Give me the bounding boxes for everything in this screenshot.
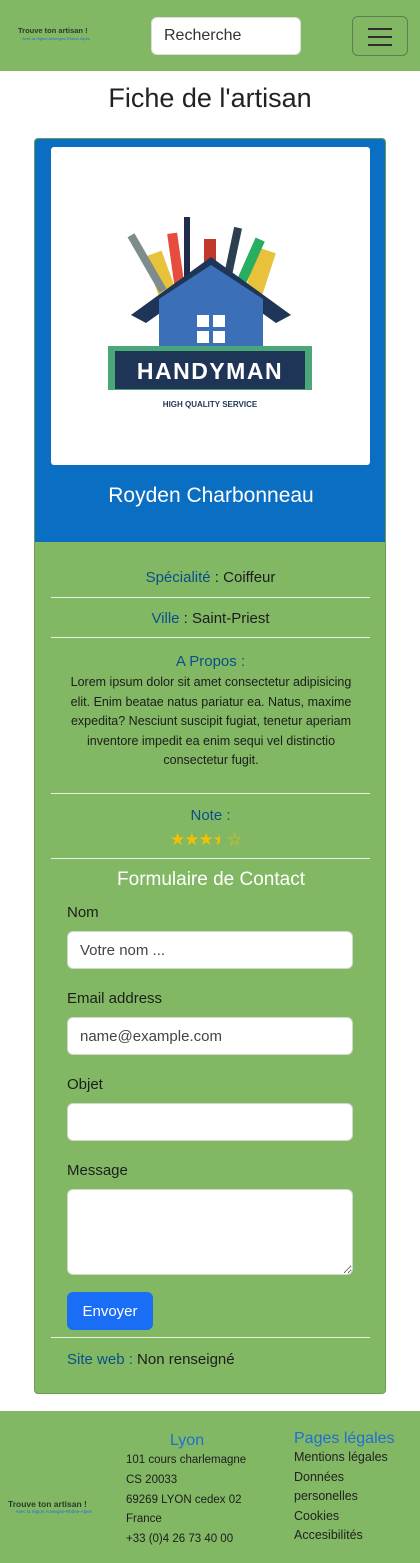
- divider: [51, 793, 370, 794]
- site-logo[interactable]: Trouve ton artisan ! Avec la région Auve…: [18, 26, 90, 46]
- footer-link-cookies[interactable]: Cookies: [294, 1507, 388, 1527]
- star-full-icon: ★: [170, 830, 185, 849]
- email-input[interactable]: [67, 1017, 353, 1055]
- image-title: HANDYMAN: [137, 358, 283, 384]
- nom-input[interactable]: [67, 931, 353, 969]
- image-subtitle: HIGH QUALITY SERVICE: [163, 400, 258, 409]
- star-empty-icon: ☆: [227, 830, 242, 849]
- send-button[interactable]: Envoyer: [67, 1292, 153, 1330]
- logo-title: Trouve ton artisan !: [18, 26, 88, 35]
- artisan-image: HANDYMAN HIGH QUALITY SERVICE: [51, 147, 370, 465]
- artisan-card: HANDYMAN HIGH QUALITY SERVICE Royden Cha…: [34, 138, 386, 1394]
- about-text: Lorem ipsum dolor sit amet consectetur a…: [70, 675, 352, 767]
- divider: [51, 1337, 370, 1338]
- address-line: CS 20033: [126, 1473, 178, 1486]
- hamburger-icon: [368, 36, 392, 38]
- footer-link-donnees[interactable]: Données: [294, 1468, 388, 1488]
- hamburger-icon: [368, 44, 392, 46]
- rating-stars: ★★★★☆: [170, 830, 242, 850]
- top-navbar: Trouve ton artisan ! Avec la région Auve…: [0, 0, 420, 71]
- site-web-row: Site web : Non renseigné: [67, 1351, 385, 1368]
- objet-label: Objet: [67, 1076, 103, 1093]
- contact-form-title: Formulaire de Contact: [117, 869, 305, 890]
- specialite-label: Spécialité: [145, 569, 211, 586]
- footer-legal-title: Pages légales: [294, 1430, 395, 1447]
- footer-logo[interactable]: Trouve ton artisan ! Avec la région Auve…: [8, 1499, 92, 1514]
- hamburger-icon: [368, 28, 392, 30]
- message-label: Message: [67, 1162, 128, 1179]
- footer-link-personelles[interactable]: personelles: [294, 1487, 388, 1507]
- menu-toggle-button[interactable]: [352, 16, 408, 56]
- ville-value: Saint-Priest: [192, 610, 270, 627]
- email-label: Email address: [67, 990, 163, 1007]
- search-input[interactable]: [151, 17, 301, 55]
- address-line: 69269 LYON cedex 02: [126, 1493, 242, 1506]
- specialite-value: Coiffeur: [223, 569, 276, 586]
- site-web-value: Non renseigné: [137, 1351, 235, 1368]
- divider: [51, 637, 370, 638]
- page-title: Fiche de l'artisan: [108, 83, 312, 113]
- footer-link-mentions[interactable]: Mentions légales: [294, 1448, 388, 1468]
- footer-address: 101 cours charlemagne CS 20033 69269 LYO…: [126, 1451, 246, 1550]
- footer-logo-tagline: Avec la région Auvergne-Rhône-Alpes: [15, 1509, 92, 1514]
- card-header: HANDYMAN HIGH QUALITY SERVICE Royden Cha…: [35, 139, 385, 542]
- footer-logo-title: Trouve ton artisan !: [8, 1499, 87, 1509]
- divider: [51, 858, 370, 859]
- phone-number: +33 (0)4 26 73 40 00: [126, 1533, 234, 1546]
- star-full-icon: ★: [184, 830, 199, 849]
- address-line: 101 cours charlemagne: [126, 1454, 247, 1466]
- about-label: A Propos :: [175, 653, 246, 670]
- ville-row: Ville : Saint-Priest: [151, 610, 270, 627]
- ville-label: Ville: [151, 610, 180, 627]
- footer-legal-links: Mentions légales Données personelles Coo…: [294, 1448, 388, 1546]
- nom-label: Nom: [67, 904, 99, 921]
- site-web-label: Site web :: [67, 1351, 133, 1368]
- note-label: Note :: [190, 807, 231, 824]
- footer-city-title: Lyon: [170, 1432, 205, 1449]
- handyman-logo-illustration: HANDYMAN HIGH QUALITY SERVICE: [108, 217, 312, 409]
- divider: [51, 597, 370, 598]
- objet-input[interactable]: [67, 1103, 353, 1141]
- address-line: France: [126, 1513, 162, 1526]
- specialite-row: Spécialité : Coiffeur: [145, 569, 276, 586]
- star-full-icon: ★: [198, 830, 214, 849]
- logo-tagline: Avec la région Auvergne-Rhône-Alpes: [22, 36, 90, 41]
- message-textarea[interactable]: [67, 1189, 353, 1275]
- star-half-icon: ★: [212, 830, 228, 849]
- artisan-name: Royden Charbonneau: [108, 484, 314, 507]
- footer-link-accessibilites[interactable]: Accesibilités: [294, 1526, 388, 1546]
